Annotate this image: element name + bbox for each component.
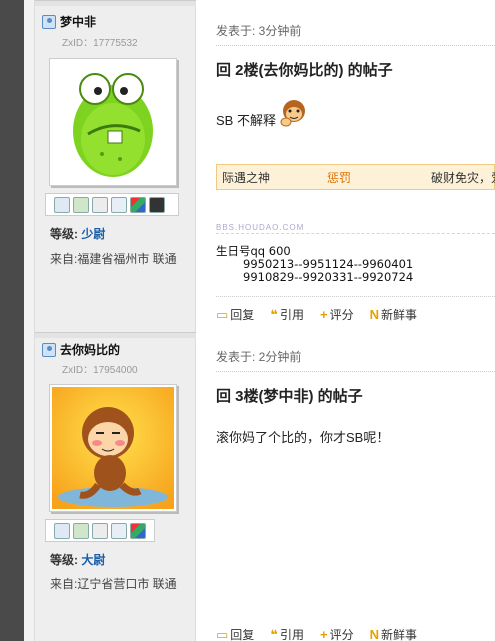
user-icon [42, 14, 56, 29]
divider [216, 296, 495, 297]
reply-button[interactable]: ▭ 回复 [216, 306, 254, 323]
avatar[interactable] [49, 384, 177, 512]
post-body: 滚你妈了个比的，你才SB呢！ [216, 430, 390, 445]
post-time: 发表于: 2分钟前 [216, 350, 302, 364]
share-news-button[interactable]: N 新鲜事 [370, 626, 417, 641]
quote-label: 引用 [279, 628, 304, 641]
quote-button[interactable]: ❝ 引用 [270, 306, 304, 323]
post-actions: ▭ 回复 ❝ 引用 + 评分 N 新鲜事 [216, 306, 433, 323]
username[interactable]: 去你妈比的 [42, 341, 120, 358]
signature-divider [216, 233, 495, 234]
reply-icon: ▭ [216, 306, 229, 322]
message-icon[interactable] [54, 522, 70, 539]
reply-button[interactable]: ▭ 回复 [216, 626, 254, 641]
user-grade: 等级: 少尉 [50, 225, 105, 242]
banner-middle: 惩罚 [327, 170, 352, 185]
divider [216, 371, 495, 372]
post-title: 回 2楼(去你妈比的) 的帖子 [216, 62, 393, 79]
search-posts-icon[interactable] [92, 522, 108, 539]
divider [216, 45, 495, 46]
quote-button[interactable]: ❝ 引用 [270, 626, 304, 641]
post-body: SB 不解释 [216, 99, 310, 129]
news-icon: N [369, 627, 379, 641]
green-frog-avatar-icon [73, 73, 153, 177]
quote-icon: ❝ [270, 626, 278, 641]
share-news-label: 新鲜事 [380, 628, 417, 641]
profile-icon[interactable] [111, 196, 127, 213]
signature: 生日号qq 600 9950213--9951124--9960401 9910… [216, 245, 413, 284]
user-icon [42, 342, 56, 357]
plus-one-icon: + [319, 307, 328, 322]
left-dark-bar [0, 0, 24, 641]
blocks-icon[interactable] [130, 196, 146, 213]
reply-label: 回复 [230, 628, 255, 641]
post-time: 发表于: 3分钟前 [216, 24, 302, 38]
post-body-text: SB 不解释 [216, 113, 276, 128]
share-news-button[interactable]: N 新鲜事 [370, 306, 417, 323]
banner-right: 破财免灾，爱 [431, 170, 495, 185]
search-posts-icon[interactable] [92, 196, 108, 213]
banner-left: 际遇之神 [222, 170, 271, 185]
add-friend-icon[interactable] [73, 196, 89, 213]
rate-button[interactable]: + 评分 [320, 626, 354, 641]
post-title: 回 3楼(梦中非) 的帖子 [216, 388, 363, 405]
post-content: 发表于: 2分钟前 回 3楼(梦中非) 的帖子 滚你妈了个比的，你才SB呢！ ▭… [196, 332, 495, 641]
grade-label: 等级: [50, 227, 78, 241]
post-floor-5: 去你妈比的 ZxID：17954000 等级: 大尉 来自:辽宁省营口市 联通 … [35, 332, 495, 641]
signature-line-3: 9910829--9920331--9920724 [243, 270, 414, 284]
avatar[interactable] [49, 58, 177, 186]
username[interactable]: 梦中非 [42, 13, 96, 30]
username-text[interactable]: 去你妈比的 [60, 341, 120, 358]
news-icon: N [369, 307, 379, 322]
quote-icon: ❝ [270, 306, 278, 322]
reply-label: 回复 [230, 308, 255, 322]
user-action-icons [45, 519, 155, 542]
grade-label: 等级: [50, 553, 78, 567]
add-friend-icon[interactable] [73, 522, 89, 539]
user-location: 来自:福建省福州市 联通 [50, 252, 177, 266]
event-banner: 际遇之神 惩罚 破财免灾，爱 [216, 164, 495, 190]
quote-label: 引用 [279, 308, 304, 322]
post-floor-4: 梦中非 ZxID：17775532 等级: 少尉 来自:福建省福州市 联通 发表… [35, 0, 495, 332]
grade-value[interactable]: 大尉 [81, 553, 105, 567]
blocks-icon[interactable] [130, 522, 146, 539]
qq-icon[interactable] [149, 196, 165, 213]
left-gutter [24, 0, 35, 641]
plus-one-icon: + [319, 627, 328, 641]
reply-icon: ▭ [216, 626, 229, 641]
monkey-avatar-icon [52, 387, 174, 509]
zxid: ZxID：17954000 [62, 365, 138, 376]
monkey-emoticon-icon [280, 99, 305, 126]
username-text[interactable]: 梦中非 [60, 13, 96, 30]
post-actions: ▭ 回复 ❝ 引用 + 评分 N 新鲜事 [216, 626, 433, 641]
rate-label: 评分 [329, 628, 354, 641]
share-news-label: 新鲜事 [380, 308, 417, 322]
rate-button[interactable]: + 评分 [320, 306, 354, 323]
rate-label: 评分 [329, 308, 354, 322]
profile-icon[interactable] [111, 522, 127, 539]
user-action-icons [45, 193, 179, 216]
message-icon[interactable] [54, 196, 70, 213]
user-grade: 等级: 大尉 [50, 551, 105, 568]
grade-value[interactable]: 少尉 [81, 227, 105, 241]
signature-watermark: BBS.HOUDAO.COM [216, 223, 305, 232]
user-location: 来自:辽宁省营口市 联通 [50, 577, 177, 591]
zxid: ZxID：17775532 [62, 38, 138, 49]
post-content: 发表于: 3分钟前 回 2楼(去你妈比的) 的帖子 SB 不解释 际遇之神 惩罚… [196, 0, 495, 332]
